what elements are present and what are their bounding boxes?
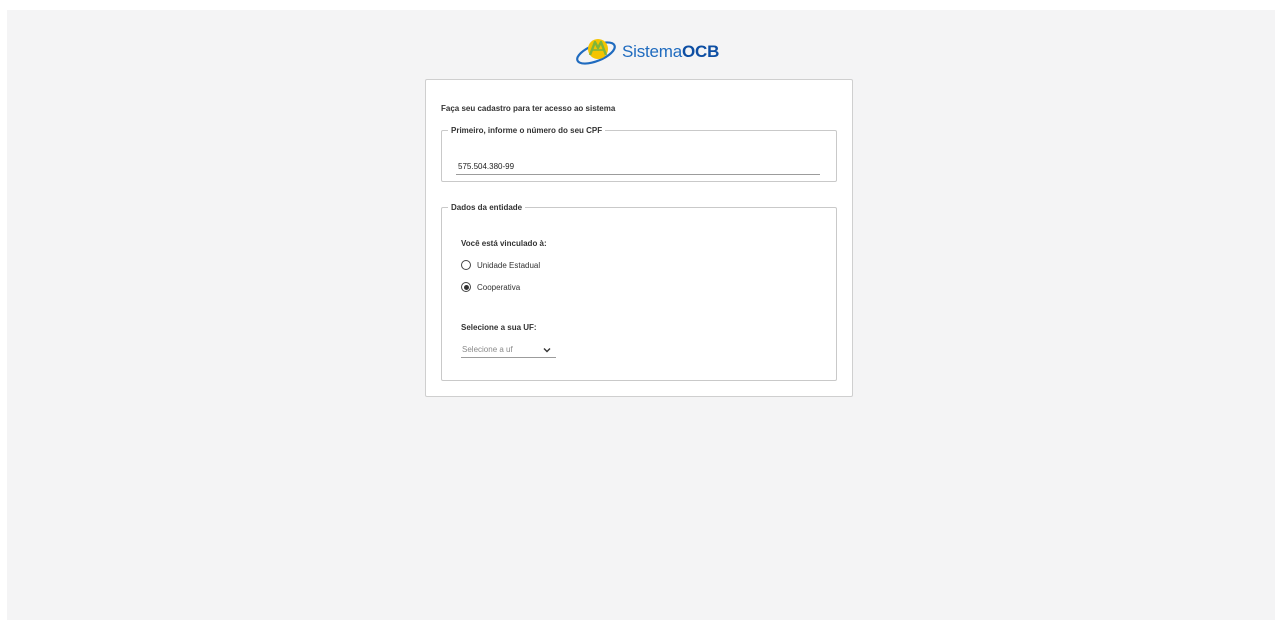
cpf-fieldset: Primeiro, informe o número do seu CPF [441, 126, 837, 182]
logo-wordmark: SistemaOCB [622, 42, 720, 61]
ocb-logo-icon [576, 39, 616, 65]
sistema-ocb-logo: SistemaOCB [574, 30, 719, 74]
cpf-legend: Primeiro, informe o número do seu CPF [451, 126, 603, 135]
link-question-label: Você está vinculado à: [461, 239, 547, 248]
entity-fieldset: Dados da entidade Você está vinculado à:… [441, 203, 837, 381]
radio-cooperativa[interactable]: Cooperativa [461, 282, 520, 292]
entity-legend: Dados da entidade [451, 203, 523, 212]
chevron-down-icon [543, 347, 551, 352]
uf-placeholder: Selecione a uf [462, 345, 513, 354]
uf-label: Selecione a sua UF: [461, 323, 537, 332]
radio-unidade-estadual[interactable]: Unidade Estadual [461, 260, 540, 270]
radio-checked-icon[interactable] [461, 282, 471, 292]
radio-label: Cooperativa [477, 282, 521, 292]
radio-unchecked-icon[interactable] [461, 260, 471, 270]
radio-label: Unidade Estadual [477, 260, 541, 270]
cpf-input[interactable] [456, 159, 820, 175]
registration-card: Faça seu cadastro para ter acesso ao sis… [425, 79, 853, 397]
uf-select[interactable]: Selecione a uf [461, 342, 556, 358]
intro-text: Faça seu cadastro para ter acesso ao sis… [441, 104, 616, 113]
